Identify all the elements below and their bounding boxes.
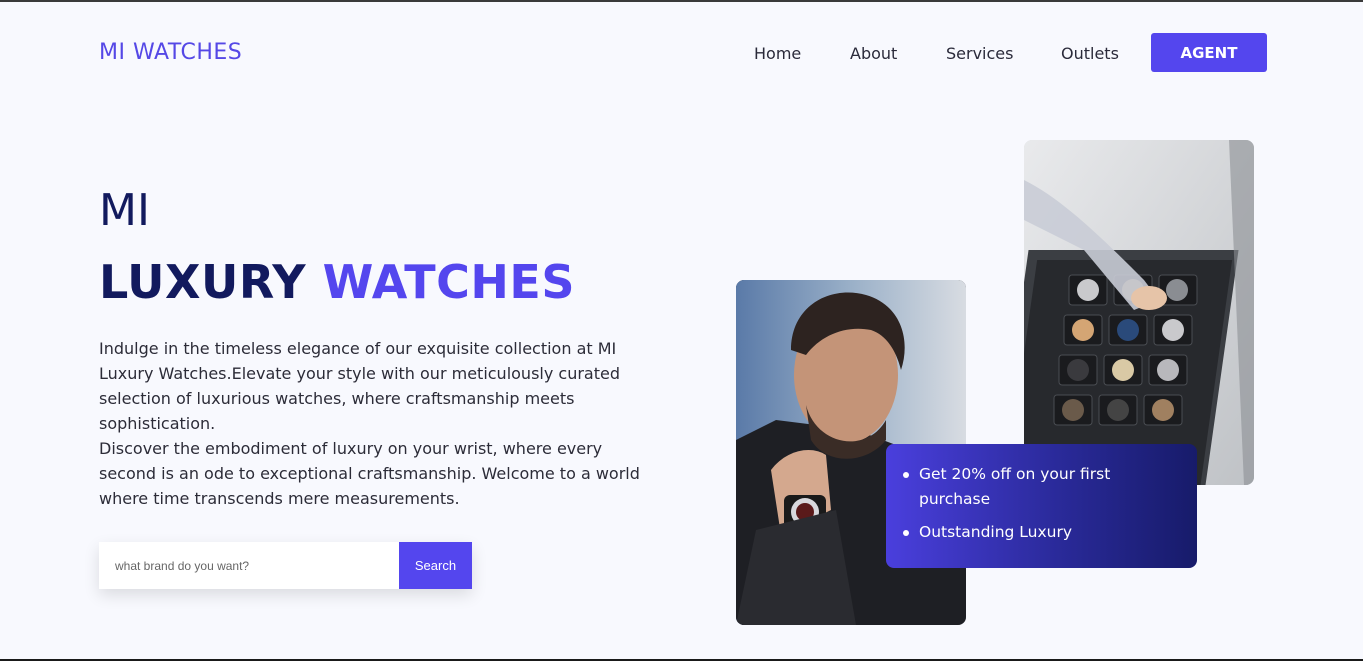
hero-description: Indulge in the timeless elegance of our … [99,336,654,511]
hero-title: LUXURY WATCHES [99,255,575,309]
promo-item-discount: Get 20% off on your first purchase [903,462,1177,512]
brand-search-input[interactable] [99,542,399,589]
nav-home[interactable]: Home [754,44,801,63]
hero-title-dark: LUXURY [99,255,307,309]
brand-search-bar: Search [99,542,472,589]
promo-card: Get 20% off on your first purchase Outst… [886,444,1197,568]
site-logo[interactable]: MI WATCHES [99,40,242,65]
nav-services[interactable]: Services [946,44,1013,63]
top-navbar: MI WATCHES Home About Services Outlets A… [0,2,1363,106]
hero-paragraph-2: Discover the embodiment of luxury on you… [99,439,640,508]
promo-item-luxury: Outstanding Luxury [903,520,1177,545]
nav-about[interactable]: About [850,44,897,63]
hero-pretitle: MI [99,185,150,236]
promo-list: Get 20% off on your first purchase Outst… [903,462,1177,545]
watch-case-illustration [1024,140,1254,485]
hero-title-accent: WATCHES [322,255,575,309]
nav-outlets[interactable]: Outlets [1061,44,1119,63]
agent-button[interactable]: AGENT [1151,33,1267,72]
search-button[interactable]: Search [399,542,472,589]
hero-paragraph-1: Indulge in the timeless elegance of our … [99,339,620,433]
watch-case-image [1024,140,1254,485]
